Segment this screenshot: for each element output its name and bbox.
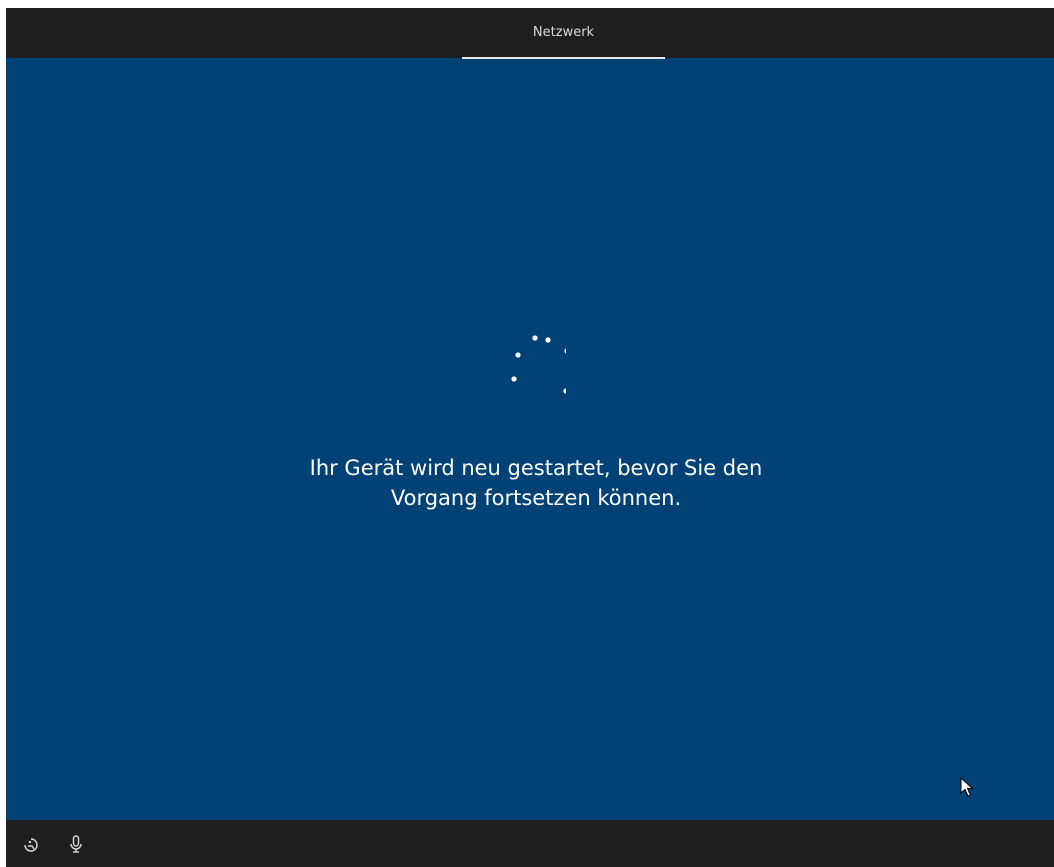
active-tab-indicator: [462, 57, 665, 59]
ease-of-access-icon[interactable]: [20, 834, 40, 854]
restart-message-line-1: Ihr Gerät wird neu gestartet, bevor Sie …: [309, 456, 763, 480]
restart-message-line-2: Vorgang fortsetzen können.: [390, 486, 682, 510]
tab-netzwerk: Netzwerk: [532, 25, 595, 40]
oobe-screen: Netzwerk Ihr Gerät wird neu gestartet, b…: [6, 8, 1054, 867]
top-bar: Netzwerk: [6, 8, 1054, 59]
bottom-bar: [6, 820, 1054, 867]
mouse-pointer-icon: [960, 777, 974, 797]
microphone-icon[interactable]: [66, 834, 86, 854]
loading-dots-icon: [511, 335, 566, 394]
restart-message: Ihr Gerät wird neu gestartet, bevor Sie …: [236, 453, 836, 513]
